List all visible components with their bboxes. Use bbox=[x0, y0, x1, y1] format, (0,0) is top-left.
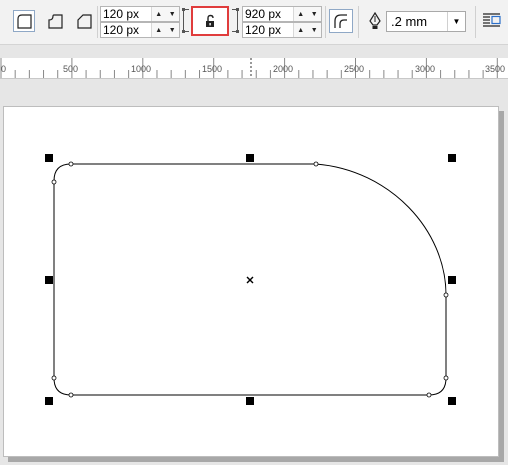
center-x-icon[interactable] bbox=[246, 276, 254, 284]
selection-handle-top bbox=[246, 154, 254, 162]
corner-node bbox=[68, 161, 74, 167]
corner-node bbox=[426, 392, 432, 398]
selection-handle-bottom-left bbox=[45, 397, 53, 405]
selection-handle-top-left bbox=[45, 154, 53, 162]
corner-node bbox=[51, 375, 57, 381]
corner-node bbox=[313, 161, 319, 167]
selection-handle-top-right bbox=[448, 154, 456, 162]
selection-handle-right bbox=[448, 276, 456, 284]
selection-handle-bottom bbox=[246, 397, 254, 405]
canvas-drawing bbox=[45, 154, 456, 405]
corner-node bbox=[443, 375, 449, 381]
corner-node bbox=[443, 292, 449, 298]
corner-node bbox=[68, 392, 74, 398]
selection-handle-left bbox=[45, 276, 53, 284]
corner-node bbox=[51, 179, 57, 185]
selection-handle-bottom-right bbox=[448, 397, 456, 405]
